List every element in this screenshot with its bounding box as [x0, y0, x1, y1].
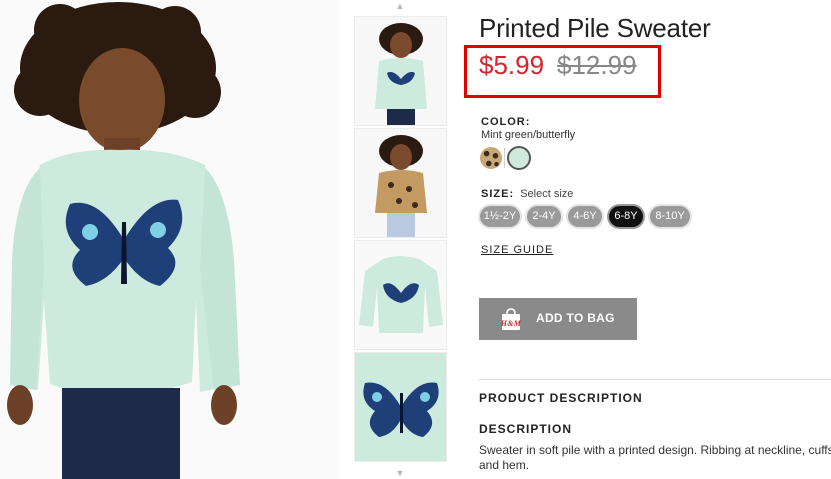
section-divider	[479, 379, 831, 380]
size-option-1-2y[interactable]: 1½-2Y	[480, 206, 520, 227]
swatch-leopard[interactable]	[480, 147, 502, 169]
thumbnail-rail: ▲ ▼	[352, 0, 448, 479]
description-heading: DESCRIPTION	[479, 422, 573, 436]
size-option-8-10y[interactable]: 8-10Y	[650, 206, 690, 227]
thumbnail-sweater-flat[interactable]	[354, 240, 447, 350]
size-label: SIZE:	[481, 188, 515, 200]
original-price: $12.99	[557, 50, 637, 80]
scroll-down-arrow[interactable]: ▼	[352, 467, 448, 479]
description-text: Sweater in soft pile with a printed desi…	[479, 443, 831, 472]
add-to-bag-button[interactable]: H&M ADD TO BAG	[479, 298, 637, 340]
size-option-2-4y[interactable]: 2-4Y	[527, 206, 561, 227]
thumbnail-mint-sweater-front[interactable]	[354, 16, 447, 126]
size-guide-link[interactable]: SIZE GUIDE	[481, 244, 553, 256]
product-description-heading[interactable]: PRODUCT DESCRIPTION	[479, 391, 643, 405]
thumbnail-leopard-sweater[interactable]	[354, 128, 447, 238]
scroll-up-arrow[interactable]: ▲	[352, 0, 448, 12]
thumbnail-butterfly-detail[interactable]	[354, 352, 447, 462]
swatch-mint-green[interactable]	[507, 146, 531, 170]
sale-price: $5.99	[479, 50, 545, 80]
size-hint: Select size	[520, 188, 574, 200]
product-title: Printed Pile Sweater	[479, 13, 711, 43]
svg-text:H&M: H&M	[500, 319, 522, 328]
size-option-6-8y[interactable]: 6-8Y	[609, 206, 643, 227]
main-product-image	[0, 0, 340, 479]
color-value: Mint green/butterfly	[481, 129, 576, 141]
product-info-panel: Printed Pile Sweater $5.99 $12.99 COLOR:…	[464, 0, 831, 479]
shopping-bag-icon: H&M	[500, 307, 522, 331]
add-to-bag-label: ADD TO BAG	[536, 311, 615, 325]
swatch-divider	[504, 148, 505, 168]
size-option-4-6y[interactable]: 4-6Y	[568, 206, 602, 227]
size-row: SIZE: Select size	[481, 188, 573, 200]
color-label: COLOR:	[481, 116, 531, 128]
